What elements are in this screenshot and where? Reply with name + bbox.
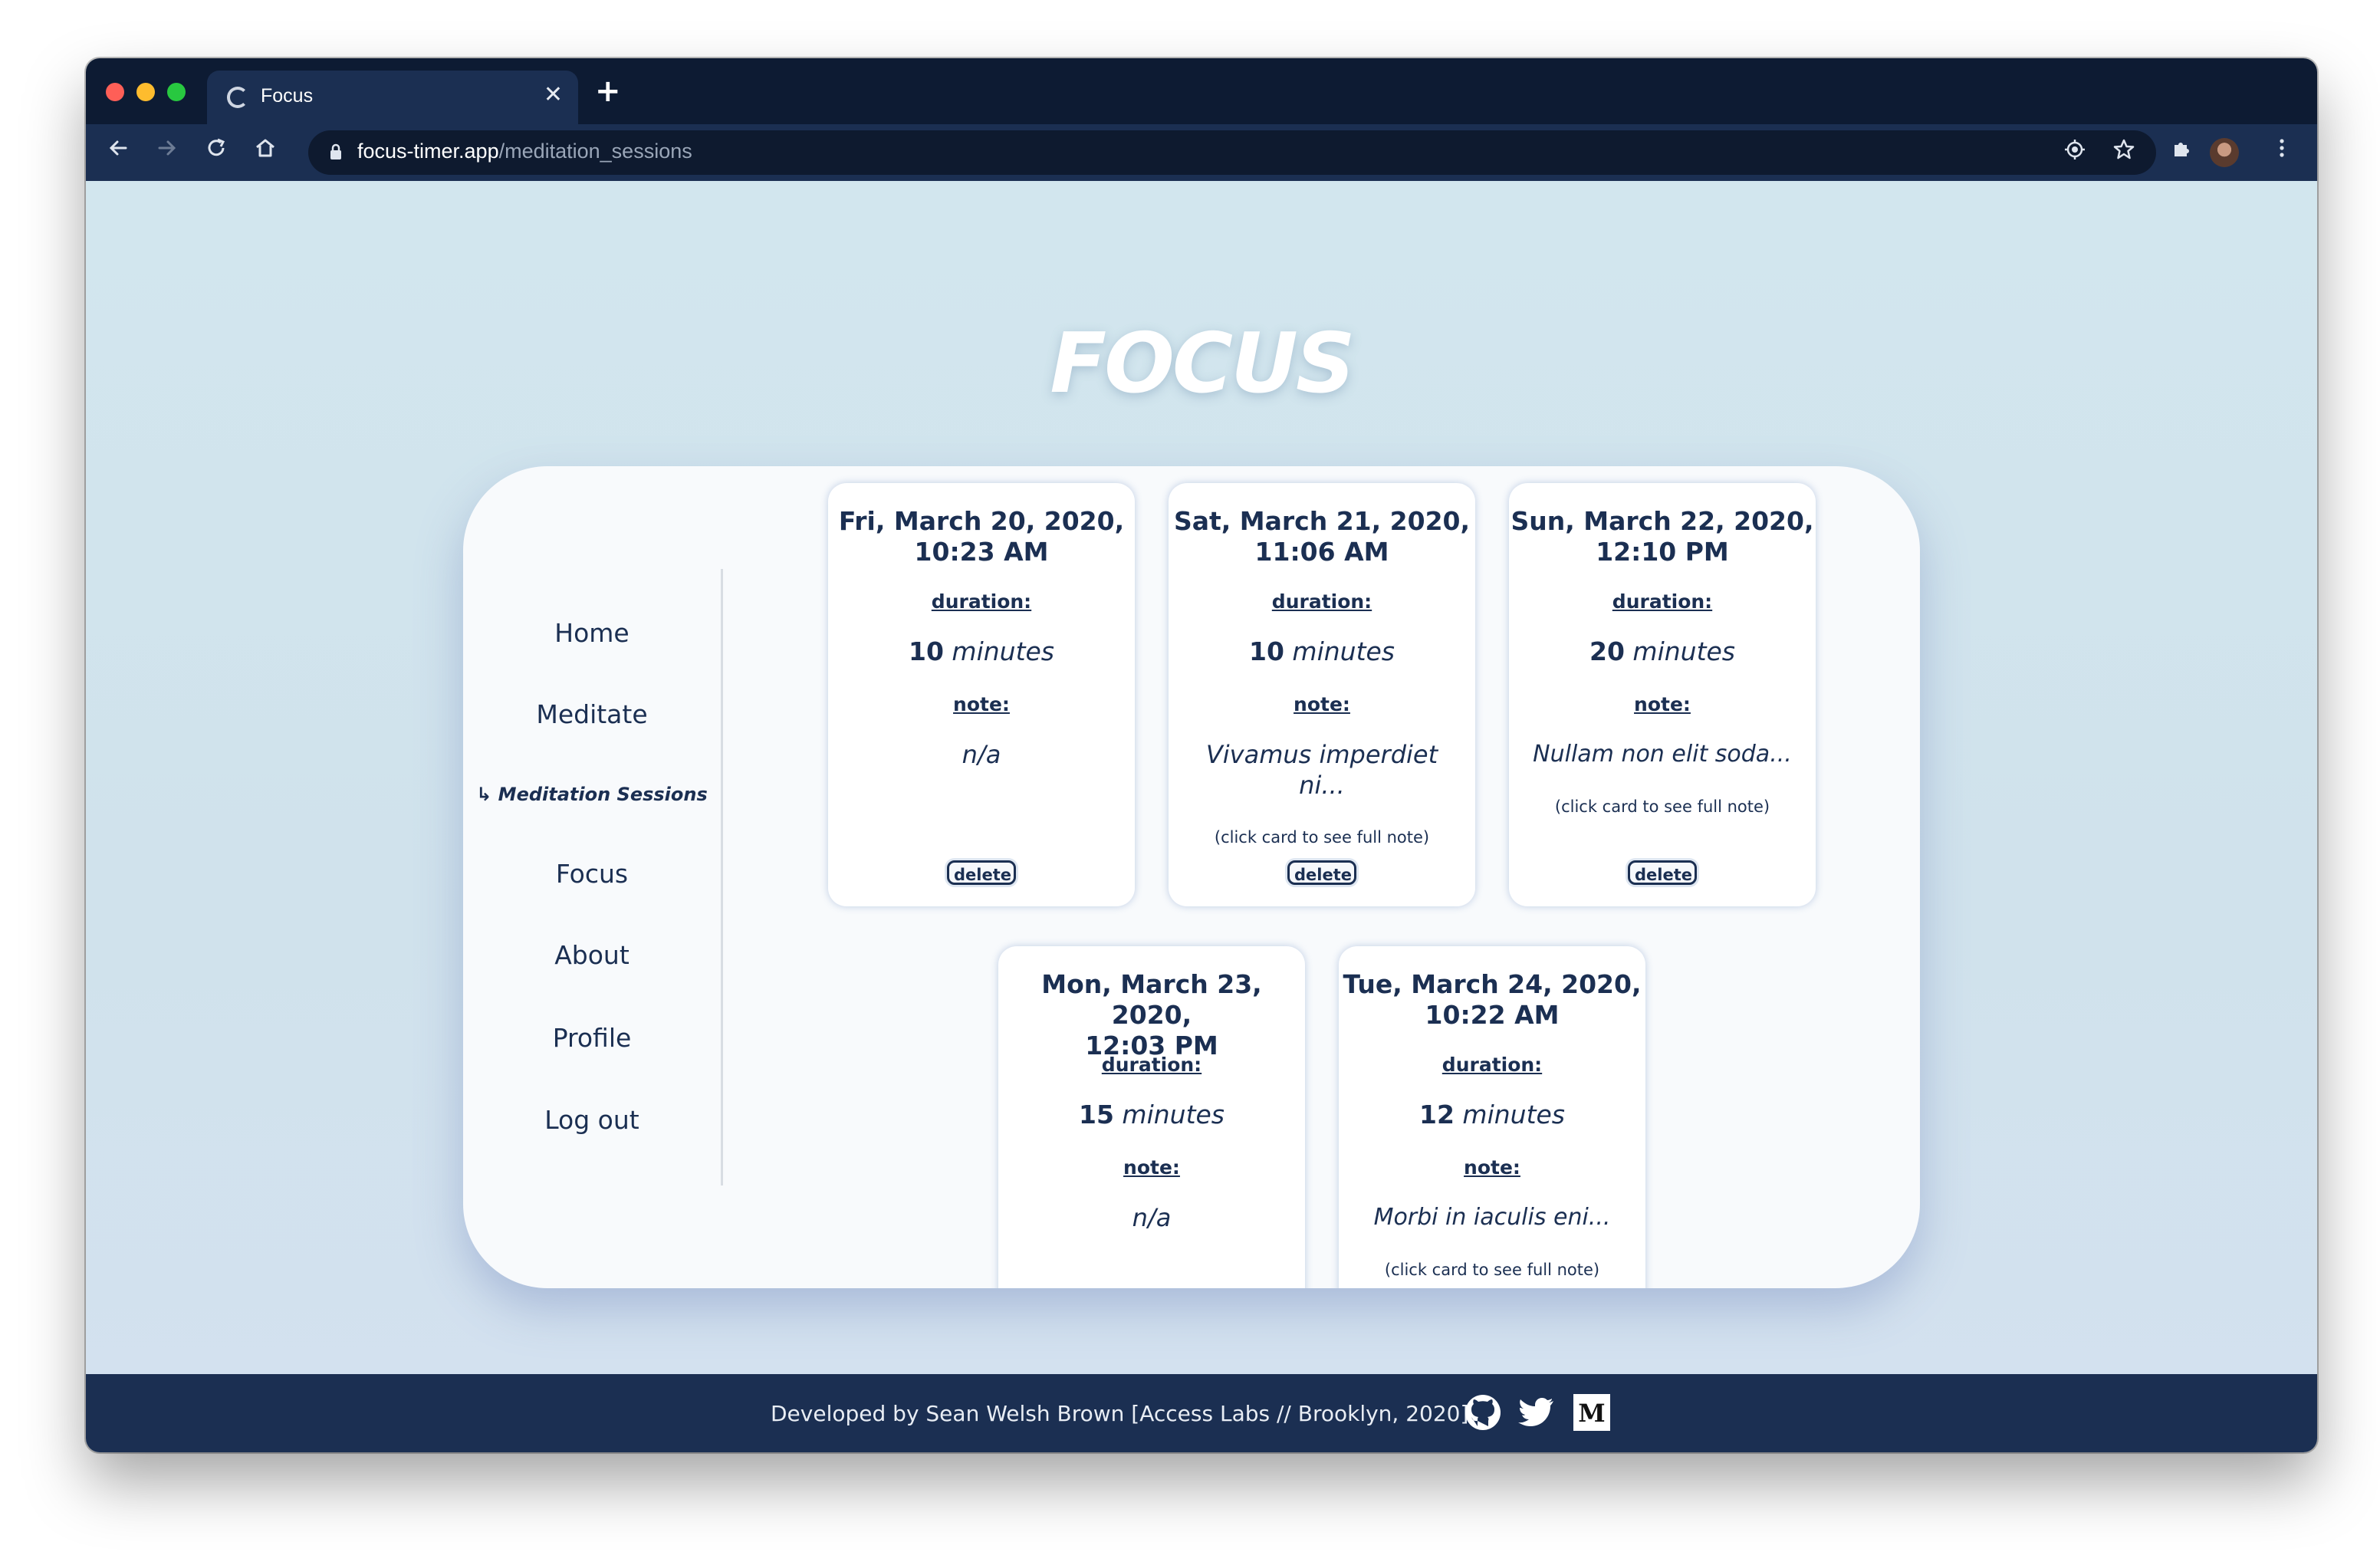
note-text: Nullam non elit soda...	[1533, 741, 1792, 768]
address-bar[interactable]: focus-timer.app/meditation_sessions	[308, 130, 2156, 175]
tab-strip: Focus ✕ +	[86, 58, 2317, 124]
lock-icon	[330, 143, 341, 159]
new-tab-icon[interactable]: +	[595, 74, 621, 109]
nav-log-out[interactable]: Log out	[463, 1105, 721, 1135]
duration-label: duration:	[1441, 1054, 1543, 1076]
note-label: note:	[1123, 1156, 1180, 1179]
location-icon[interactable]	[2058, 134, 2092, 171]
duration-value: 10 minutes	[908, 636, 1055, 666]
tab-title: Focus	[261, 85, 314, 107]
svg-text:M: M	[1578, 1399, 1605, 1428]
delete-button[interactable]: delete	[947, 860, 1016, 885]
profile-avatar[interactable]	[2210, 138, 2239, 167]
note-text: n/a	[1132, 1203, 1172, 1232]
page-content: FOCUS Home Meditate ↳ Meditation Session…	[86, 181, 2317, 1389]
session-card[interactable]: Tue, March 24, 2020, 10:22 AM duration: 1…	[1339, 946, 1645, 1288]
forward-icon[interactable]	[150, 133, 184, 170]
session-date: Tue, March 24, 2020, 10:22 AM	[1343, 969, 1642, 1030]
note-text: n/a	[962, 740, 1001, 769]
star-icon[interactable]	[2107, 134, 2141, 171]
duration-value: 15 minutes	[1078, 1100, 1225, 1129]
duration-label: duration:	[1612, 590, 1713, 613]
nav-focus[interactable]: Focus	[463, 859, 721, 889]
session-date: Mon, March 23, 2020, 12:03 PM	[1041, 969, 1262, 1060]
close-window-button[interactable]	[106, 83, 124, 101]
twitter-icon[interactable]	[1517, 1393, 1557, 1432]
site-footer: Developed by Sean Welsh Brown [Access La…	[86, 1374, 2317, 1452]
note-label: note:	[1294, 693, 1350, 715]
sidebar-nav: Home Meditate ↳ Meditation Sessions Focu…	[463, 466, 724, 1288]
main-panel: Home Meditate ↳ Meditation Sessions Focu…	[463, 466, 1920, 1288]
nav-divider	[721, 569, 723, 1185]
note-text: Vivamus imperdiet ni...	[1205, 740, 1438, 800]
github-icon[interactable]	[1463, 1393, 1503, 1432]
browser-window: Focus ✕ + focus-timer.app/meditation_ses…	[86, 58, 2317, 1452]
duration-value: 12 minutes	[1418, 1100, 1566, 1129]
session-card[interactable]: Sun, March 22, 2020, 12:10 PM duration: 2…	[1509, 483, 1816, 906]
url-text: focus-timer.app/meditation_sessions	[357, 140, 692, 163]
back-icon[interactable]	[101, 133, 135, 170]
nav-meditation-sessions[interactable]: ↳ Meditation Sessions	[463, 784, 721, 805]
session-card[interactable]: Fri, March 20, 2020, 10:23 AM duration: 1…	[828, 483, 1135, 906]
duration-label: duration:	[1101, 1054, 1202, 1076]
session-date: Sun, March 22, 2020, 12:10 PM	[1511, 506, 1814, 567]
nav-home[interactable]: Home	[463, 618, 721, 648]
session-card[interactable]: Sat, March 21, 2020, 11:06 AM duration: 1…	[1169, 483, 1475, 906]
note-text: Morbi in iaculis eni...	[1373, 1204, 1611, 1231]
see-full-note-hint: (click card to see full note)	[1384, 1261, 1600, 1279]
session-date: Fri, March 20, 2020, 10:23 AM	[838, 506, 1125, 567]
see-full-note-hint: (click card to see full note)	[1554, 797, 1770, 816]
nav-meditate[interactable]: Meditate	[463, 699, 721, 729]
duration-value: 20 minutes	[1589, 636, 1736, 666]
duration-label: duration:	[1271, 590, 1372, 613]
browser-toolbar: focus-timer.app/meditation_sessions	[86, 124, 2317, 181]
nav-about[interactable]: About	[463, 940, 721, 970]
app-logo: FOCUS	[1050, 316, 1355, 412]
see-full-note-hint: (click card to see full note)	[1214, 828, 1430, 847]
minimize-window-button[interactable]	[136, 83, 155, 101]
note-label: note:	[1464, 1156, 1520, 1179]
sessions-grid: Fri, March 20, 2020, 10:23 AM duration: 1…	[724, 466, 1920, 1288]
extensions-icon[interactable]	[2165, 133, 2199, 170]
reload-icon[interactable]	[199, 133, 233, 170]
loading-spinner-icon	[227, 87, 248, 108]
note-label: note:	[1634, 693, 1691, 715]
duration-label: duration:	[931, 590, 1032, 613]
footer-credit: Developed by Sean Welsh Brown [Access La…	[771, 1401, 1469, 1426]
nav-profile[interactable]: Profile	[463, 1023, 721, 1053]
delete-button[interactable]: delete	[1287, 860, 1356, 885]
session-card[interactable]: Mon, March 23, 2020, 12:03 PM duration: 1…	[998, 946, 1305, 1288]
medium-icon[interactable]: M	[1572, 1393, 1612, 1432]
browser-tab[interactable]: Focus ✕	[207, 71, 578, 124]
menu-icon[interactable]	[2265, 133, 2299, 170]
session-date: Sat, March 21, 2020, 11:06 AM	[1173, 506, 1471, 567]
maximize-window-button[interactable]	[167, 83, 186, 101]
delete-button[interactable]: delete	[1628, 860, 1697, 885]
duration-value: 10 minutes	[1248, 636, 1395, 666]
close-tab-icon[interactable]: ✕	[544, 81, 563, 108]
note-label: note:	[953, 693, 1010, 715]
home-icon[interactable]	[248, 133, 282, 170]
